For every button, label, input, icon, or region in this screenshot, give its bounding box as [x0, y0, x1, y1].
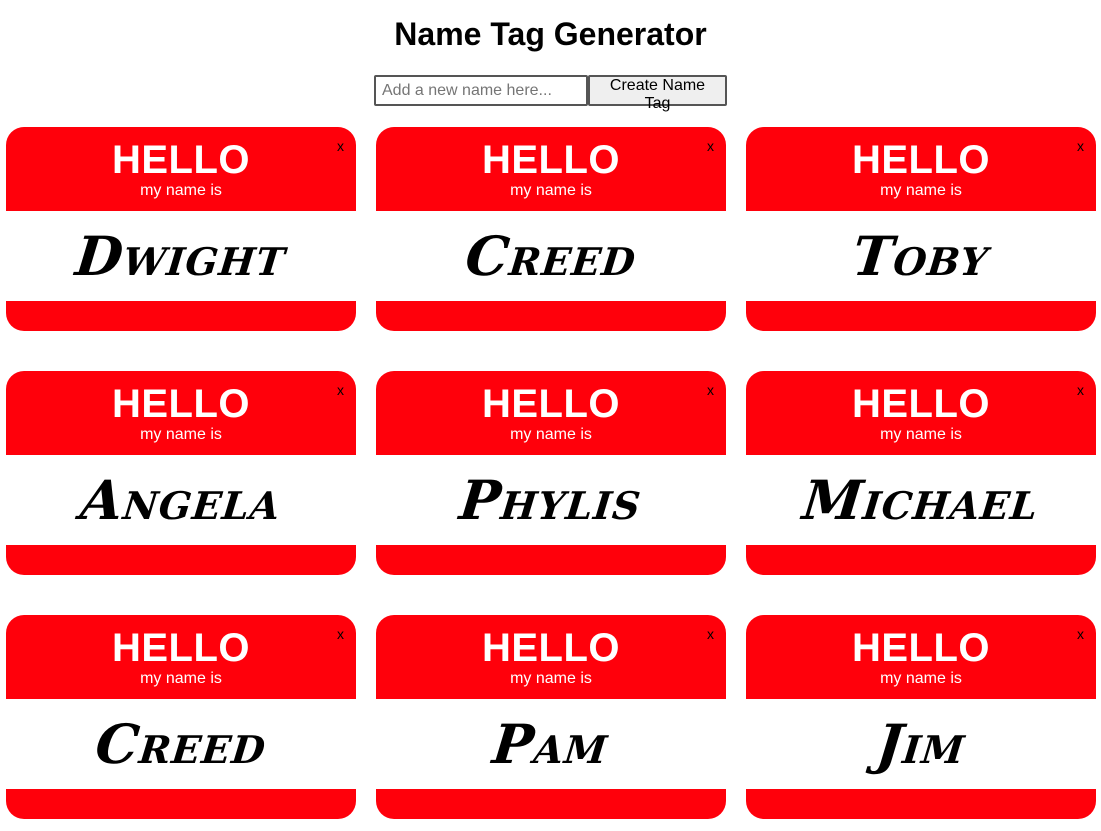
tag-header: HELLO my name is x	[6, 371, 356, 455]
my-name-is-text: my name is	[140, 426, 222, 443]
my-name-is-text: my name is	[510, 182, 592, 199]
my-name-is-text: my name is	[880, 426, 962, 443]
close-icon[interactable]: x	[707, 138, 714, 154]
name-tag: HELLO my name is x Phylis	[376, 371, 726, 575]
tag-name: Dwight	[72, 224, 290, 288]
name-tag: HELLO my name is x Pam	[376, 615, 726, 819]
tag-name-area: Angela	[6, 455, 356, 545]
my-name-is-text: my name is	[140, 182, 222, 199]
close-icon[interactable]: x	[707, 626, 714, 642]
tag-name: Michael	[799, 468, 1043, 532]
name-tag: HELLO my name is x Jim	[746, 615, 1096, 819]
tag-name: Pam	[490, 712, 612, 776]
tag-name-area: Phylis	[376, 455, 726, 545]
name-tag: HELLO my name is x Michael	[746, 371, 1096, 575]
close-icon[interactable]: x	[1077, 382, 1084, 398]
tag-name-area: Toby	[746, 211, 1096, 301]
close-icon[interactable]: x	[1077, 626, 1084, 642]
my-name-is-text: my name is	[880, 182, 962, 199]
name-form: Create Name Tag	[0, 75, 1101, 112]
tag-name-area: Michael	[746, 455, 1096, 545]
my-name-is-text: my name is	[510, 426, 592, 443]
tag-header: HELLO my name is x	[376, 615, 726, 699]
tag-header: HELLO my name is x	[376, 127, 726, 211]
name-tag: HELLO my name is x Dwight	[6, 127, 356, 331]
hello-text: HELLO	[111, 382, 251, 426]
hello-text: HELLO	[851, 626, 991, 670]
close-icon[interactable]: x	[337, 138, 344, 154]
tag-name-area: Creed	[376, 211, 726, 301]
name-input[interactable]	[374, 75, 588, 106]
name-tag: HELLO my name is x Angela	[6, 371, 356, 575]
name-tag: HELLO my name is x Creed	[376, 127, 726, 331]
create-name-tag-button[interactable]: Create Name Tag	[588, 75, 727, 112]
my-name-is-text: my name is	[510, 670, 592, 687]
my-name-is-text: my name is	[880, 670, 962, 687]
tag-name-area: Pam	[376, 699, 726, 789]
tag-name-area: Creed	[6, 699, 356, 789]
page-title: Name Tag Generator	[394, 16, 707, 52]
tag-header: HELLO my name is x	[746, 615, 1096, 699]
tag-name: Jim	[873, 712, 969, 776]
tag-name: Angela	[77, 468, 285, 532]
hello-text: HELLO	[481, 626, 621, 670]
tag-name-area: Jim	[746, 699, 1096, 789]
tag-name: Creed	[462, 224, 640, 288]
close-icon[interactable]: x	[337, 626, 344, 642]
hello-text: HELLO	[111, 626, 251, 670]
hello-text: HELLO	[851, 138, 991, 182]
tag-name-area: Dwight	[6, 211, 356, 301]
tag-name: Creed	[92, 712, 270, 776]
tag-name: Phylis	[456, 468, 646, 532]
hello-text: HELLO	[481, 382, 621, 426]
tag-header: HELLO my name is x	[376, 371, 726, 455]
hello-text: HELLO	[851, 382, 991, 426]
hello-text: HELLO	[111, 138, 251, 182]
tag-header: HELLO my name is x	[6, 615, 356, 699]
close-icon[interactable]: x	[707, 382, 714, 398]
name-tag: HELLO my name is x Toby	[746, 127, 1096, 331]
tag-header: HELLO my name is x	[746, 371, 1096, 455]
close-icon[interactable]: x	[1077, 138, 1084, 154]
tag-header: HELLO my name is x	[746, 127, 1096, 211]
hello-text: HELLO	[481, 138, 621, 182]
tag-header: HELLO my name is x	[6, 127, 356, 211]
tag-name: Toby	[849, 224, 993, 288]
my-name-is-text: my name is	[140, 670, 222, 687]
close-icon[interactable]: x	[337, 382, 344, 398]
name-tag: HELLO my name is x Creed	[6, 615, 356, 819]
